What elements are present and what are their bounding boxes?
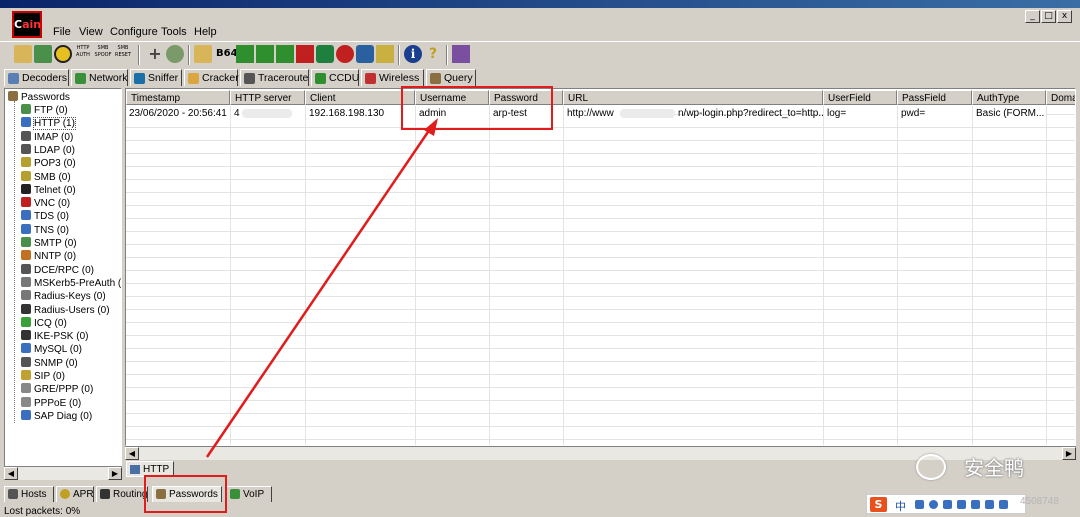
annotation-arrow bbox=[205, 118, 438, 458]
